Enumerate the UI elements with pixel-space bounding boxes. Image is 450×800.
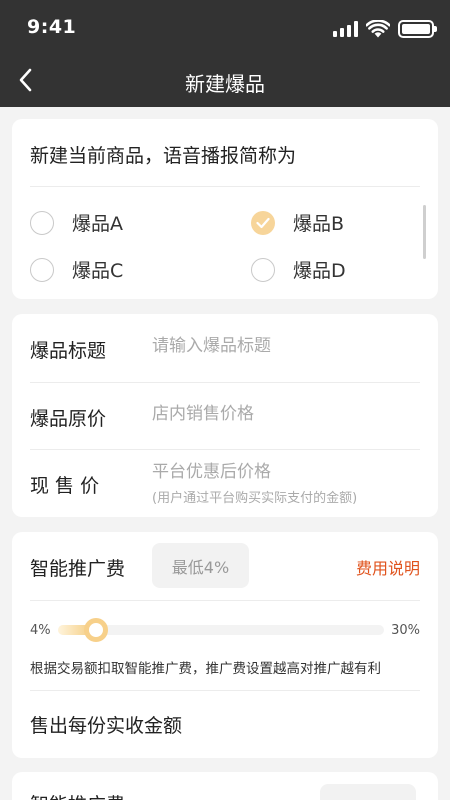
price-label: 爆品原价 [30, 408, 107, 430]
nav-bar: 新建爆品 [0, 56, 450, 107]
promotion-rate-field[interactable]: 最低4% [152, 543, 249, 588]
option-c[interactable]: 爆品C [30, 256, 123, 283]
divider [30, 690, 420, 691]
title-input[interactable] [152, 336, 412, 356]
status-icons [333, 18, 437, 40]
divider [30, 449, 420, 450]
check-icon [256, 217, 270, 228]
current-price-hint: (用户通过平台购买实际支付的金额) [152, 491, 358, 506]
wifi-icon [366, 20, 390, 38]
next-card: 智能推广费 [12, 772, 438, 800]
current-price-label: 现 售 价 [30, 475, 100, 497]
price-input[interactable] [152, 404, 412, 424]
header: 9:41 新建爆品 [0, 0, 450, 107]
radio-icon [30, 210, 54, 235]
voice-section-title: 新建当前商品，语音播报简称为 [30, 145, 297, 167]
product-form-card: 爆品标题 爆品原价 现 售 价 (用户通过平台购买实际支付的金额) [12, 314, 438, 517]
option-b[interactable]: 爆品B [251, 209, 344, 236]
divider [30, 382, 420, 383]
scrollbar[interactable] [423, 205, 426, 259]
promotion-card: 智能推广费 最低4% 费用说明 4% 30% 根据交易额扣取智能推广费，推广费设… [12, 532, 438, 758]
option-label: 爆品D [293, 260, 346, 282]
option-a[interactable]: 爆品A [30, 209, 123, 236]
divider [30, 186, 420, 187]
slider-thumb[interactable] [83, 618, 108, 642]
title-label: 爆品标题 [30, 340, 107, 362]
page-title: 新建爆品 [185, 72, 265, 96]
next-card-field[interactable] [320, 784, 416, 800]
promotion-hint: 根据交易额扣取智能推广费，推广费设置越高对推广越有利 [30, 661, 381, 677]
radio-icon [30, 257, 54, 282]
option-d[interactable]: 爆品D [251, 256, 346, 283]
promotion-slider[interactable] [58, 618, 384, 642]
option-label: 爆品C [72, 260, 124, 282]
divider [30, 600, 420, 601]
slider-min-label: 4% [30, 623, 51, 638]
status-time: 9:41 [27, 16, 77, 38]
promotion-label: 智能推广费 [30, 558, 126, 580]
current-price-input[interactable] [152, 462, 412, 482]
radio-icon [251, 257, 275, 282]
next-card-label: 智能推广费 [30, 790, 125, 800]
option-label: 爆品A [72, 213, 123, 235]
voice-shortname-card: 新建当前商品，语音播报简称为 爆品A 爆品B 爆品C 爆品D [12, 119, 438, 299]
receive-amount-label: 售出每份实收金额 [30, 715, 183, 737]
fee-explanation-link[interactable]: 费用说明 [356, 555, 420, 579]
signal-icon [333, 21, 358, 37]
status-bar: 9:41 [0, 0, 450, 56]
radio-checked-icon [251, 210, 275, 235]
slider-max-label: 30% [391, 623, 420, 638]
battery-icon [398, 20, 437, 38]
option-label: 爆品B [293, 213, 345, 235]
